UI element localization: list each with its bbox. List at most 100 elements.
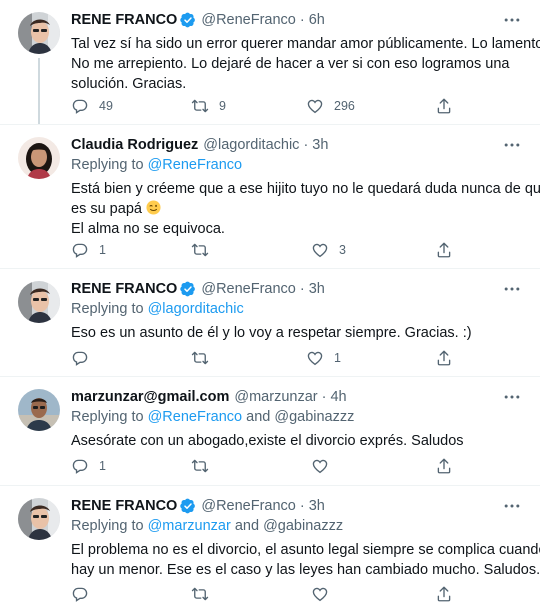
author-name[interactable]: RENE FRANCO <box>71 279 177 299</box>
tweet-actions: 49 9 296 <box>65 95 465 117</box>
tweet[interactable]: marzunzar@gmail.com @marzunzar · 4h Repl… <box>0 377 540 485</box>
author-handle[interactable]: @marzunzar <box>234 387 317 407</box>
author-name[interactable]: RENE FRANCO <box>71 496 177 516</box>
more-options-icon[interactable] <box>502 135 522 155</box>
more-options-icon[interactable] <box>502 279 522 299</box>
tweet-actions: 1 3 <box>65 239 465 261</box>
tweet-text-line: El problema no es el divorcio, el asunto… <box>71 542 540 558</box>
tweet-text-line: Asesórate con un abogado,existe el divor… <box>71 433 464 449</box>
author-name[interactable]: marzunzar@gmail.com <box>71 387 229 407</box>
separator-dot: · <box>299 281 305 297</box>
share-button[interactable] <box>435 239 453 261</box>
mention-link[interactable]: @lagorditachic <box>148 301 244 317</box>
mention-link[interactable]: @marzunzar <box>148 518 231 534</box>
tweet-time[interactable]: 3h <box>309 496 325 516</box>
retweet-button[interactable] <box>191 455 219 477</box>
share-button[interactable] <box>435 583 453 605</box>
reply-count: 1 <box>99 243 106 257</box>
like-count: 1 <box>334 351 341 365</box>
avatar[interactable] <box>18 389 60 431</box>
retweet-icon <box>191 97 209 115</box>
and-label: and <box>246 409 271 425</box>
author-handle[interactable]: @lagorditachic <box>203 135 299 155</box>
author-handle[interactable]: @ReneFranco <box>201 10 296 30</box>
avatar[interactable] <box>18 281 60 323</box>
reply-icon <box>71 349 89 367</box>
author-name[interactable]: Claudia Rodriguez <box>71 135 198 155</box>
like-button[interactable]: 3 <box>311 239 346 261</box>
more-options-icon[interactable] <box>502 387 522 407</box>
tweet-text-line: Eso es un asunto de él y lo voy a respet… <box>71 325 472 341</box>
mention-link[interactable]: @ReneFranco <box>148 409 243 425</box>
share-button[interactable] <box>435 347 453 369</box>
like-button[interactable]: 296 <box>306 95 355 117</box>
like-button[interactable]: 1 <box>306 347 341 369</box>
tweet-text: Tal vez sí ha sido un error querer manda… <box>71 34 540 94</box>
more-options-icon[interactable] <box>502 10 522 30</box>
thread-line <box>38 58 40 124</box>
reply-icon <box>71 97 89 115</box>
mention-link[interactable]: @ReneFranco <box>148 157 243 173</box>
retweet-button[interactable] <box>191 239 219 261</box>
share-button[interactable] <box>435 455 453 477</box>
tweet-actions <box>65 583 465 605</box>
separator-dot: · <box>299 498 305 514</box>
tweet-actions: 1 <box>65 455 465 477</box>
tweet-text: Está bien y créeme que a ese hijito tuyo… <box>71 179 540 239</box>
reply-button[interactable]: 1 <box>71 455 106 477</box>
separator-dot: · <box>321 389 327 405</box>
reply-button[interactable] <box>71 583 99 605</box>
like-button[interactable] <box>311 455 339 477</box>
like-button[interactable] <box>311 583 339 605</box>
tweet-time[interactable]: 6h <box>309 10 325 30</box>
like-count: 3 <box>339 243 346 257</box>
heart-icon <box>311 457 329 475</box>
verified-badge-icon <box>180 12 196 28</box>
retweet-icon <box>191 241 209 259</box>
retweet-button[interactable] <box>191 347 219 369</box>
avatar[interactable] <box>18 137 60 179</box>
mention-link-secondary[interactable]: @gabinazzz <box>274 409 354 425</box>
verified-badge-icon <box>180 281 196 297</box>
tweet[interactable]: RENE FRANCO @ReneFranco · 3h Replying to… <box>0 486 540 609</box>
reply-button[interactable] <box>71 347 99 369</box>
replying-to: Replying to @marzunzar and @gabinazzz <box>71 516 343 536</box>
mention-link-secondary[interactable]: @gabinazzz <box>263 518 343 534</box>
heart-icon <box>311 241 329 259</box>
tweet-time[interactable]: 3h <box>309 279 325 299</box>
tweet-time[interactable]: 4h <box>330 387 346 407</box>
author-handle[interactable]: @ReneFranco <box>201 496 296 516</box>
author-handle[interactable]: @ReneFranco <box>201 279 296 299</box>
reply-button[interactable]: 1 <box>71 239 106 261</box>
retweet-icon <box>191 457 209 475</box>
author-name[interactable]: RENE FRANCO <box>71 10 177 30</box>
separator-dot: · <box>303 137 309 153</box>
reply-count: 1 <box>99 459 106 473</box>
verified-badge-icon <box>180 498 196 514</box>
tweet[interactable]: RENE FRANCO @ReneFranco · 6h Tal vez sí … <box>0 0 540 124</box>
retweet-button[interactable] <box>191 583 219 605</box>
tweet-text-line: solución. Gracias. <box>71 76 187 92</box>
heart-icon <box>306 349 324 367</box>
retweet-icon <box>191 349 209 367</box>
separator-dot: · <box>299 12 305 28</box>
replying-label: Replying to <box>71 301 144 317</box>
replying-label: Replying to <box>71 518 144 534</box>
heart-icon <box>306 97 324 115</box>
share-button[interactable] <box>435 95 453 117</box>
tweet[interactable]: Claudia Rodriguez @lagorditachic · 3h Re… <box>0 125 540 268</box>
more-options-icon[interactable] <box>502 496 522 516</box>
reply-icon <box>71 457 89 475</box>
avatar[interactable] <box>18 12 60 54</box>
avatar[interactable] <box>18 498 60 540</box>
share-icon <box>435 457 453 475</box>
tweet[interactable]: RENE FRANCO @ReneFranco · 3h Replying to… <box>0 269 540 376</box>
tweet-text: Eso es un asunto de él y lo voy a respet… <box>71 323 521 343</box>
tweet-text: Asesórate con un abogado,existe el divor… <box>71 431 521 451</box>
reply-button[interactable]: 49 <box>71 95 113 117</box>
reply-count: 49 <box>99 99 113 113</box>
replying-label: Replying to <box>71 157 144 173</box>
replying-label: Replying to <box>71 409 144 425</box>
tweet-time[interactable]: 3h <box>312 135 328 155</box>
retweet-button[interactable]: 9 <box>191 95 226 117</box>
